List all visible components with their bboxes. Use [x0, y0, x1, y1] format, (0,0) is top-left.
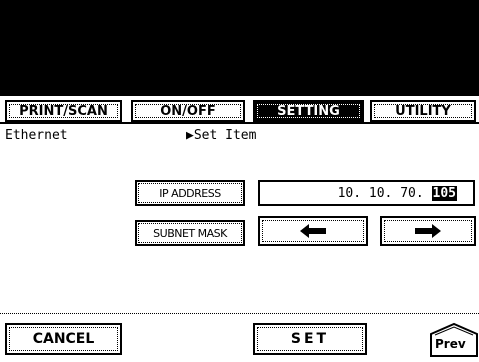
prev-button[interactable]: Prev [429, 322, 479, 358]
bottom-divider [0, 313, 479, 314]
cancel-button[interactable]: CANCEL [5, 323, 122, 355]
tab-label: ON/OFF [160, 103, 216, 119]
tab-label: UTILITY [395, 103, 451, 119]
ip-address-field[interactable]: 10. 10. 70. 105 [258, 180, 475, 206]
subnet-mask-button[interactable]: SUBNET MASK [135, 220, 245, 246]
breadcrumb-item: ▶Set Item [186, 128, 257, 143]
cursor-left-button[interactable] [258, 216, 368, 246]
tab-label: SETTING [277, 103, 340, 119]
ip-octet-1: 10. [337, 185, 362, 201]
ip-octet-3: 70. [400, 185, 424, 201]
button-label: SET [290, 331, 330, 347]
tab-print-scan[interactable]: PRINT/SCAN [5, 100, 122, 122]
set-button[interactable]: SET [253, 323, 367, 355]
tab-on-off[interactable]: ON/OFF [131, 100, 245, 122]
arrow-left-icon [300, 224, 326, 238]
prev-label: Prev [435, 337, 466, 351]
ip-address-button[interactable]: IP ADDRESS [135, 180, 245, 206]
button-label: CANCEL [32, 331, 95, 347]
display-header-area [0, 0, 479, 96]
tab-label: PRINT/SCAN [19, 103, 108, 119]
button-label: IP ADDRESS [159, 186, 221, 200]
button-label: SUBNET MASK [153, 226, 227, 240]
breadcrumb-section: Ethernet [5, 128, 68, 143]
arrow-right-icon [415, 224, 441, 238]
tab-underline [0, 122, 479, 124]
tab-setting[interactable]: SETTING [253, 100, 364, 122]
ip-octet-4-selected: 105 [431, 185, 457, 201]
ip-octet-2: 10. [368, 185, 393, 201]
tab-utility[interactable]: UTILITY [370, 100, 476, 122]
cursor-right-button[interactable] [380, 216, 476, 246]
